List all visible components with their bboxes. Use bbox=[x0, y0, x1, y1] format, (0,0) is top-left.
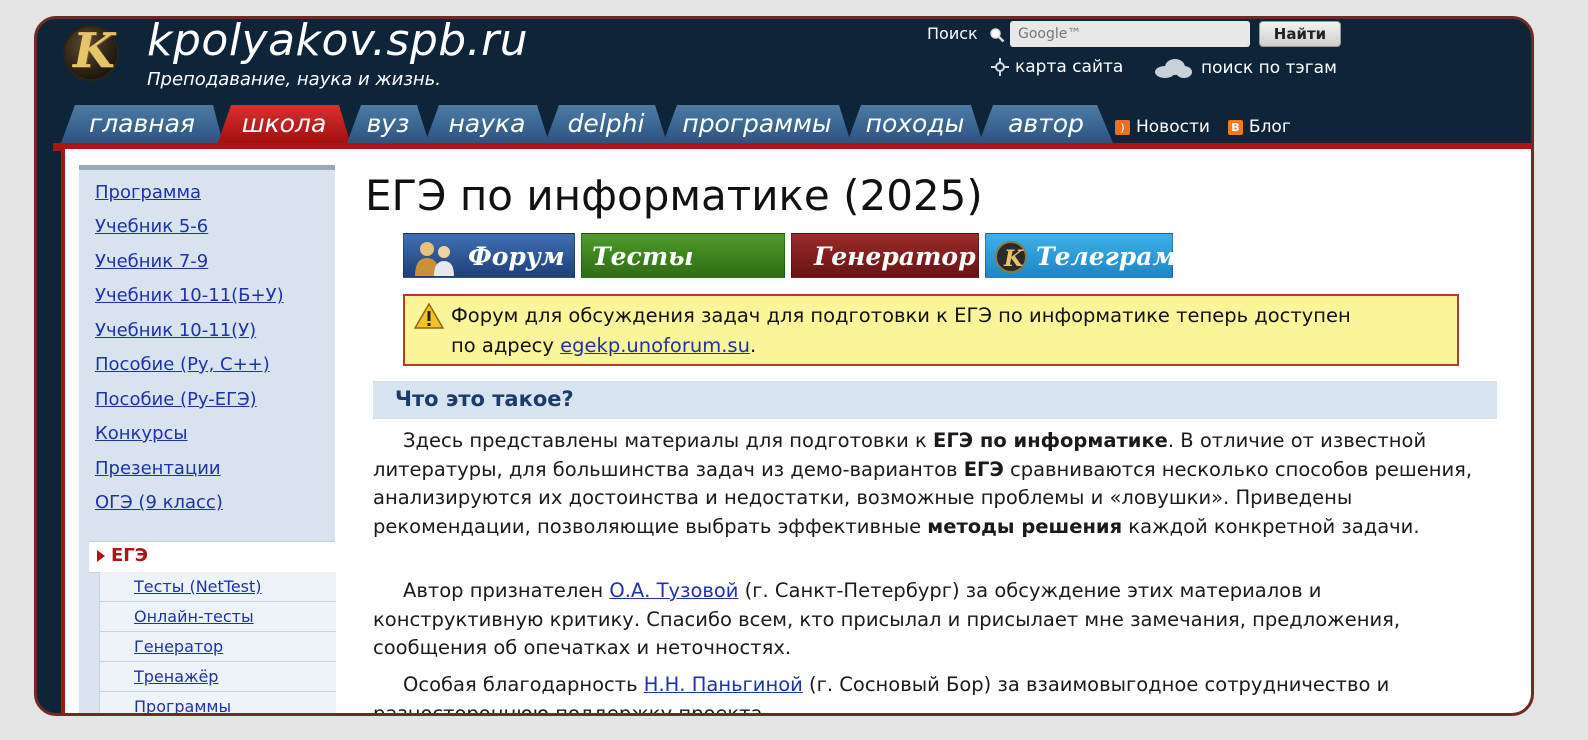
blog-icon: B bbox=[1227, 119, 1243, 135]
magnifier-icon bbox=[990, 28, 1005, 43]
sidebar-subitem-label: Тесты (NetTest) bbox=[134, 577, 262, 596]
cloud-icon bbox=[1155, 59, 1192, 78]
generator-button[interactable]: Генератор bbox=[791, 233, 979, 278]
sidebar-subitem-nettest[interactable]: Тесты (NetTest) bbox=[100, 572, 336, 602]
sitemap-icon bbox=[991, 58, 1009, 76]
sidebar-subitem-label: Программы bbox=[134, 697, 232, 716]
sidebar-item-oge[interactable]: ОГЭ (9 класс) bbox=[95, 492, 223, 513]
tab-delphi[interactable]: delphi bbox=[545, 105, 667, 143]
telegram-k-icon: K bbox=[995, 241, 1027, 273]
extra-links: ) Новости B Блог bbox=[1115, 117, 1291, 137]
sidebar-subitem-label: Онлайн-тесты bbox=[134, 607, 254, 626]
sidebar-item-program[interactable]: Программа bbox=[95, 182, 201, 203]
tab-main[interactable]: главная bbox=[61, 105, 223, 143]
tag-search-label: поиск по тэгам bbox=[1201, 58, 1337, 78]
sidebar-item-textbook-10-11-u[interactable]: Учебник 10-11(У) bbox=[95, 320, 256, 341]
tag-search-link[interactable]: поиск по тэгам bbox=[1153, 57, 1337, 79]
sidebar-item-contests[interactable]: Конкурсы bbox=[95, 423, 188, 444]
site-title[interactable]: kpolyakov.spb.ru bbox=[147, 19, 528, 66]
tab-science[interactable]: наука bbox=[425, 105, 549, 143]
tab-programs[interactable]: программы bbox=[663, 105, 851, 143]
sidebar-active-label: ЕГЭ bbox=[111, 545, 148, 566]
intro-paragraph: Здесь представлены материалы для подгото… bbox=[373, 429, 1473, 538]
tuzova-link[interactable]: О.А. Тузовой bbox=[609, 579, 738, 602]
sidebar-subitem-trainer[interactable]: Тренажёр bbox=[100, 662, 336, 692]
search-input[interactable] bbox=[1010, 21, 1250, 47]
sitemap-label: карта сайта bbox=[1015, 57, 1124, 77]
svg-text:K: K bbox=[1003, 246, 1024, 272]
sitemap-link[interactable]: карта сайта bbox=[991, 57, 1123, 77]
pangina-link[interactable]: Н.Н. Паньгиной bbox=[644, 673, 803, 696]
special-thanks-paragraph: Особая благодарность Н.Н. Паньгиной (г. … bbox=[373, 673, 1390, 716]
sidebar: Программа Учебник 5-6 Учебник 7-9 Учебни… bbox=[79, 165, 336, 716]
sidebar-subitem-online-tests[interactable]: Онлайн-тесты bbox=[100, 602, 336, 632]
telegram-button-label: Телеграм bbox=[1036, 242, 1177, 271]
forum-url-link[interactable]: egekp.unoforum.su bbox=[560, 334, 750, 357]
news-link[interactable]: Новости bbox=[1136, 117, 1210, 137]
sidebar-item-manual-py-cpp[interactable]: Пособие (Py, C++) bbox=[95, 354, 270, 375]
content-panel: Программа Учебник 5-6 Учебник 7-9 Учебни… bbox=[61, 149, 1531, 716]
tab-author[interactable]: автор bbox=[979, 105, 1113, 143]
notice-line-2: по адресу egekp.unoforum.su. bbox=[451, 334, 757, 357]
sidebar-subitem-label: Генератор bbox=[134, 637, 224, 656]
thanks-paragraph: Автор признателен О.А. Тузовой (г. Санкт… bbox=[373, 579, 1401, 659]
tab-hikes[interactable]: походы bbox=[847, 105, 983, 143]
sidebar-subitem-generator[interactable]: Генератор bbox=[100, 632, 336, 662]
sidebar-item-textbook-10-11-bu[interactable]: Учебник 10-11(Б+У) bbox=[95, 285, 284, 306]
sidebar-subitem-label: Тренажёр bbox=[134, 667, 219, 686]
telegram-button[interactable]: K Телеграм bbox=[985, 233, 1177, 278]
tab-university[interactable]: вуз bbox=[347, 105, 429, 143]
sidebar-item-manual-py-ege[interactable]: Пособие (Py-ЕГЭ) bbox=[95, 389, 257, 410]
search-button[interactable]: Найти bbox=[1259, 21, 1341, 47]
page-title: ЕГЭ по информатике (2025) bbox=[365, 171, 983, 220]
notice-line-1: Форум для обсуждения задач для подготовк… bbox=[451, 304, 1351, 327]
active-arrow-icon bbox=[97, 550, 105, 562]
browser-frame: K kpolyakov.spb.ru Преподавание, наука и… bbox=[34, 16, 1534, 716]
section-heading: Что это такое? bbox=[373, 381, 1497, 419]
sidebar-submenu: Тесты (NetTest) Онлайн-тесты Генератор Т… bbox=[99, 572, 336, 716]
sidebar-subitem-programs[interactable]: Программы bbox=[100, 692, 336, 716]
search-label: Поиск bbox=[927, 24, 978, 43]
site-logo-icon[interactable]: K bbox=[63, 23, 119, 81]
forum-notice: Форум для обсуждения задач для подготовк… bbox=[403, 294, 1459, 366]
sidebar-item-textbook-5-6[interactable]: Учебник 5-6 bbox=[95, 216, 208, 237]
forum-button[interactable]: Форум bbox=[403, 233, 575, 278]
sidebar-item-presentations[interactable]: Презентации bbox=[95, 458, 221, 479]
tab-school[interactable]: школа bbox=[217, 105, 351, 145]
people-icon bbox=[415, 242, 454, 276]
rss-icon: ) bbox=[1115, 119, 1130, 135]
sidebar-item-textbook-7-9[interactable]: Учебник 7-9 bbox=[95, 251, 208, 272]
section-title: Что это такое? bbox=[395, 387, 574, 411]
site-subtitle: Преподавание, наука и жизнь. bbox=[147, 69, 441, 90]
warning-icon bbox=[413, 302, 445, 329]
online-tests-button[interactable]: Тесты онлайн bbox=[581, 233, 785, 316]
blog-link[interactable]: Блог bbox=[1249, 117, 1291, 137]
forum-button-label: Форум bbox=[468, 242, 565, 271]
sidebar-item-ege-active[interactable]: ЕГЭ bbox=[89, 541, 335, 573]
